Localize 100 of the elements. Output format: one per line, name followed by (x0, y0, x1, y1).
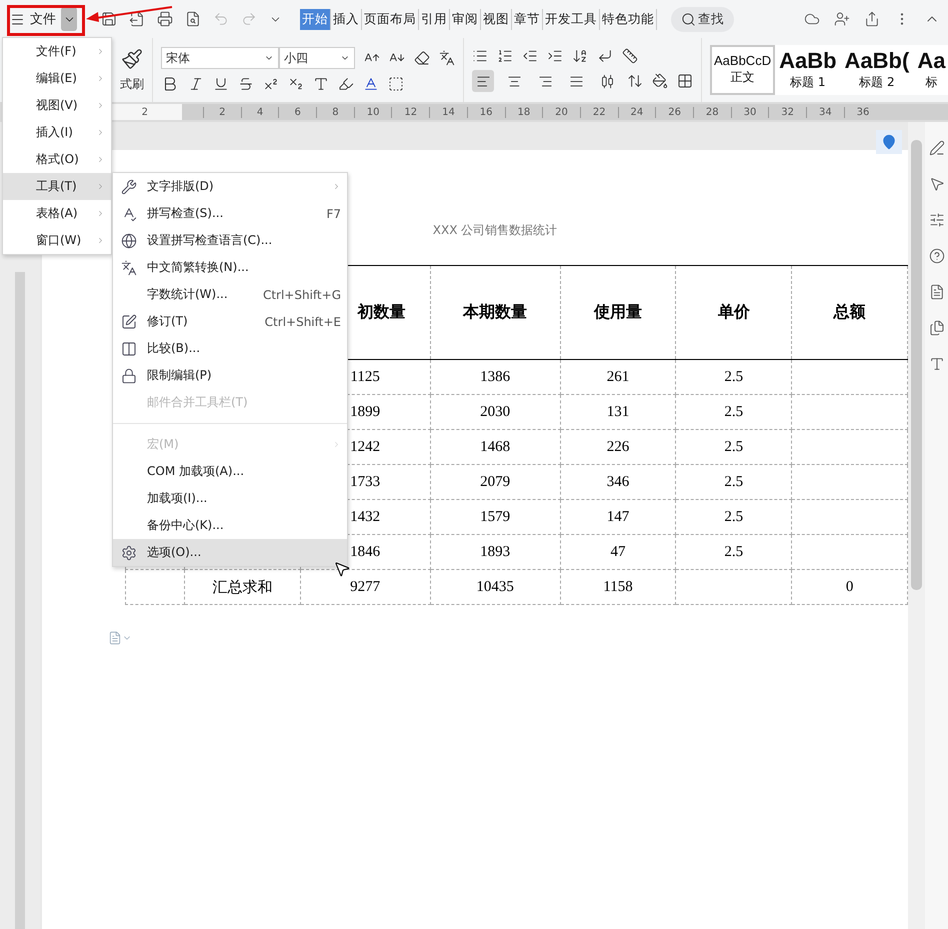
table-cell: 1579 (430, 500, 560, 534)
pin-icon[interactable] (881, 134, 897, 150)
settings-icon[interactable] (121, 544, 137, 560)
table-cell: 261 (560, 360, 676, 394)
translate-icon[interactable] (121, 260, 137, 276)
cloud-icon[interactable] (804, 11, 820, 27)
table-cell: 131 (560, 394, 676, 430)
document-title: XXX 公司销售数据统计 (432, 222, 558, 239)
font-select[interactable]: 宋体 (161, 47, 279, 69)
italic-icon[interactable] (188, 76, 204, 92)
ribbon-tab[interactable]: 引用 (419, 8, 450, 30)
format-painter-button[interactable]: 式刷 (120, 48, 144, 92)
return-icon[interactable] (597, 48, 613, 64)
ribbon-tab[interactable]: 页面布局 (362, 8, 419, 30)
menu-item[interactable]: 拼写检查(S)... F7 (113, 200, 347, 227)
sliders-icon[interactable] (928, 212, 944, 228)
wrench-icon[interactable] (121, 178, 137, 194)
search-button[interactable]: 查找 (671, 6, 734, 32)
file-menu-button[interactable]: 文件 (10, 7, 77, 31)
table-cell: 2.5 (676, 430, 792, 464)
export-icon[interactable] (129, 11, 145, 27)
mouse-cursor-icon[interactable] (333, 560, 351, 578)
column-header: 使用量 (560, 266, 676, 360)
menu-item[interactable]: 编辑(E) (3, 65, 111, 92)
table-cell: 2.5 (676, 394, 792, 430)
style-preset[interactable]: AaBbCcD 正文 (710, 45, 776, 95)
table-cell: 2030 (430, 394, 560, 430)
ribbon-tab[interactable]: 开始 (300, 8, 331, 30)
menu-icon[interactable] (10, 12, 25, 26)
ruler-icon[interactable] (622, 48, 638, 64)
text-effect-icon[interactable] (313, 76, 329, 92)
eraser-icon[interactable] (414, 50, 430, 66)
strikethrough-icon[interactable] (238, 76, 254, 92)
distribute-icon (600, 74, 614, 88)
char-border-icon[interactable] (388, 76, 404, 92)
outdent-icon[interactable] (522, 48, 538, 64)
subscript-icon[interactable] (288, 76, 304, 92)
borders-icon[interactable] (677, 73, 693, 89)
shading-icon[interactable] (652, 73, 668, 89)
search-icon[interactable] (681, 12, 696, 26)
numbered-list-icon[interactable] (497, 48, 513, 64)
edit-icon[interactable] (121, 314, 137, 330)
table-cell: 10435 (430, 570, 560, 604)
align-center-icon (506, 74, 522, 88)
help-icon[interactable] (928, 248, 944, 264)
table-cell: 2.5 (676, 464, 792, 500)
ribbon-tab[interactable]: 视图 (481, 8, 512, 30)
globe-icon[interactable] (121, 232, 137, 248)
print-icon[interactable] (157, 11, 173, 27)
save-icon[interactable] (101, 11, 117, 27)
table-cell: 346 (560, 464, 676, 500)
compare-icon[interactable] (121, 340, 137, 356)
table-cell: 2.5 (676, 360, 792, 394)
ribbon-tab[interactable]: 审阅 (450, 8, 481, 30)
align-left-button[interactable] (472, 70, 494, 92)
underline-icon[interactable] (213, 76, 229, 92)
font-color-icon[interactable] (363, 76, 379, 92)
table-cell: 147 (560, 500, 676, 534)
menu-item[interactable]: 设置拼写检查语言(C)... (113, 227, 347, 254)
table-cell: 1386 (430, 360, 560, 394)
ribbon-tab[interactable]: 章节 (512, 8, 543, 30)
menu-item[interactable]: 工具(T) (3, 173, 111, 200)
table-cell: 226 (560, 430, 676, 464)
paintbrush-icon[interactable] (121, 48, 143, 70)
ribbon-tab[interactable]: 特色功能 (600, 8, 657, 30)
scrollbar[interactable] (908, 122, 925, 929)
menu-item[interactable]: 插入(I) (3, 119, 111, 146)
highlighter-icon[interactable] (338, 76, 354, 92)
document-icon[interactable] (928, 284, 944, 300)
text-icon[interactable] (928, 356, 944, 372)
sort-icon[interactable] (572, 48, 588, 64)
menu-item[interactable]: 选项(O)... (113, 539, 347, 566)
menu-item[interactable]: 窗口(W) (3, 227, 111, 254)
lock-icon[interactable] (121, 368, 137, 384)
user-add-icon[interactable] (834, 11, 850, 27)
menu-item[interactable]: 文件(F) (3, 38, 111, 65)
indent-icon[interactable] (547, 48, 563, 64)
font-size-select[interactable]: 小四 (279, 47, 355, 69)
share-icon[interactable] (864, 11, 880, 27)
location-button[interactable] (876, 130, 902, 154)
menu-item[interactable]: 文字排版(D) (113, 173, 347, 200)
menu-item[interactable]: 格式(O) (3, 146, 111, 173)
table-cell: 汇总求和 (184, 570, 300, 604)
column-header: 单价 (676, 266, 792, 360)
table-cell: 47 (560, 534, 676, 570)
files-icon[interactable] (928, 320, 944, 336)
table-cell: 2.5 (676, 534, 792, 570)
line-spacing-icon[interactable] (627, 73, 643, 89)
ribbon-tab[interactable]: 插入 (331, 8, 362, 30)
ribbon-tab[interactable]: 开发工具 (543, 8, 600, 30)
menu-item[interactable]: 表格(A) (3, 200, 111, 227)
print-preview-icon[interactable] (185, 11, 201, 27)
superscript-icon[interactable] (263, 76, 279, 92)
column-header: 本期数量 (430, 266, 560, 360)
justify-icon (568, 74, 584, 88)
pointer-icon[interactable] (928, 176, 944, 192)
pen-icon[interactable] (928, 140, 944, 156)
align-right-icon (538, 74, 552, 88)
table-cell: 2.5 (676, 500, 792, 534)
table-cell: 1893 (430, 534, 560, 570)
